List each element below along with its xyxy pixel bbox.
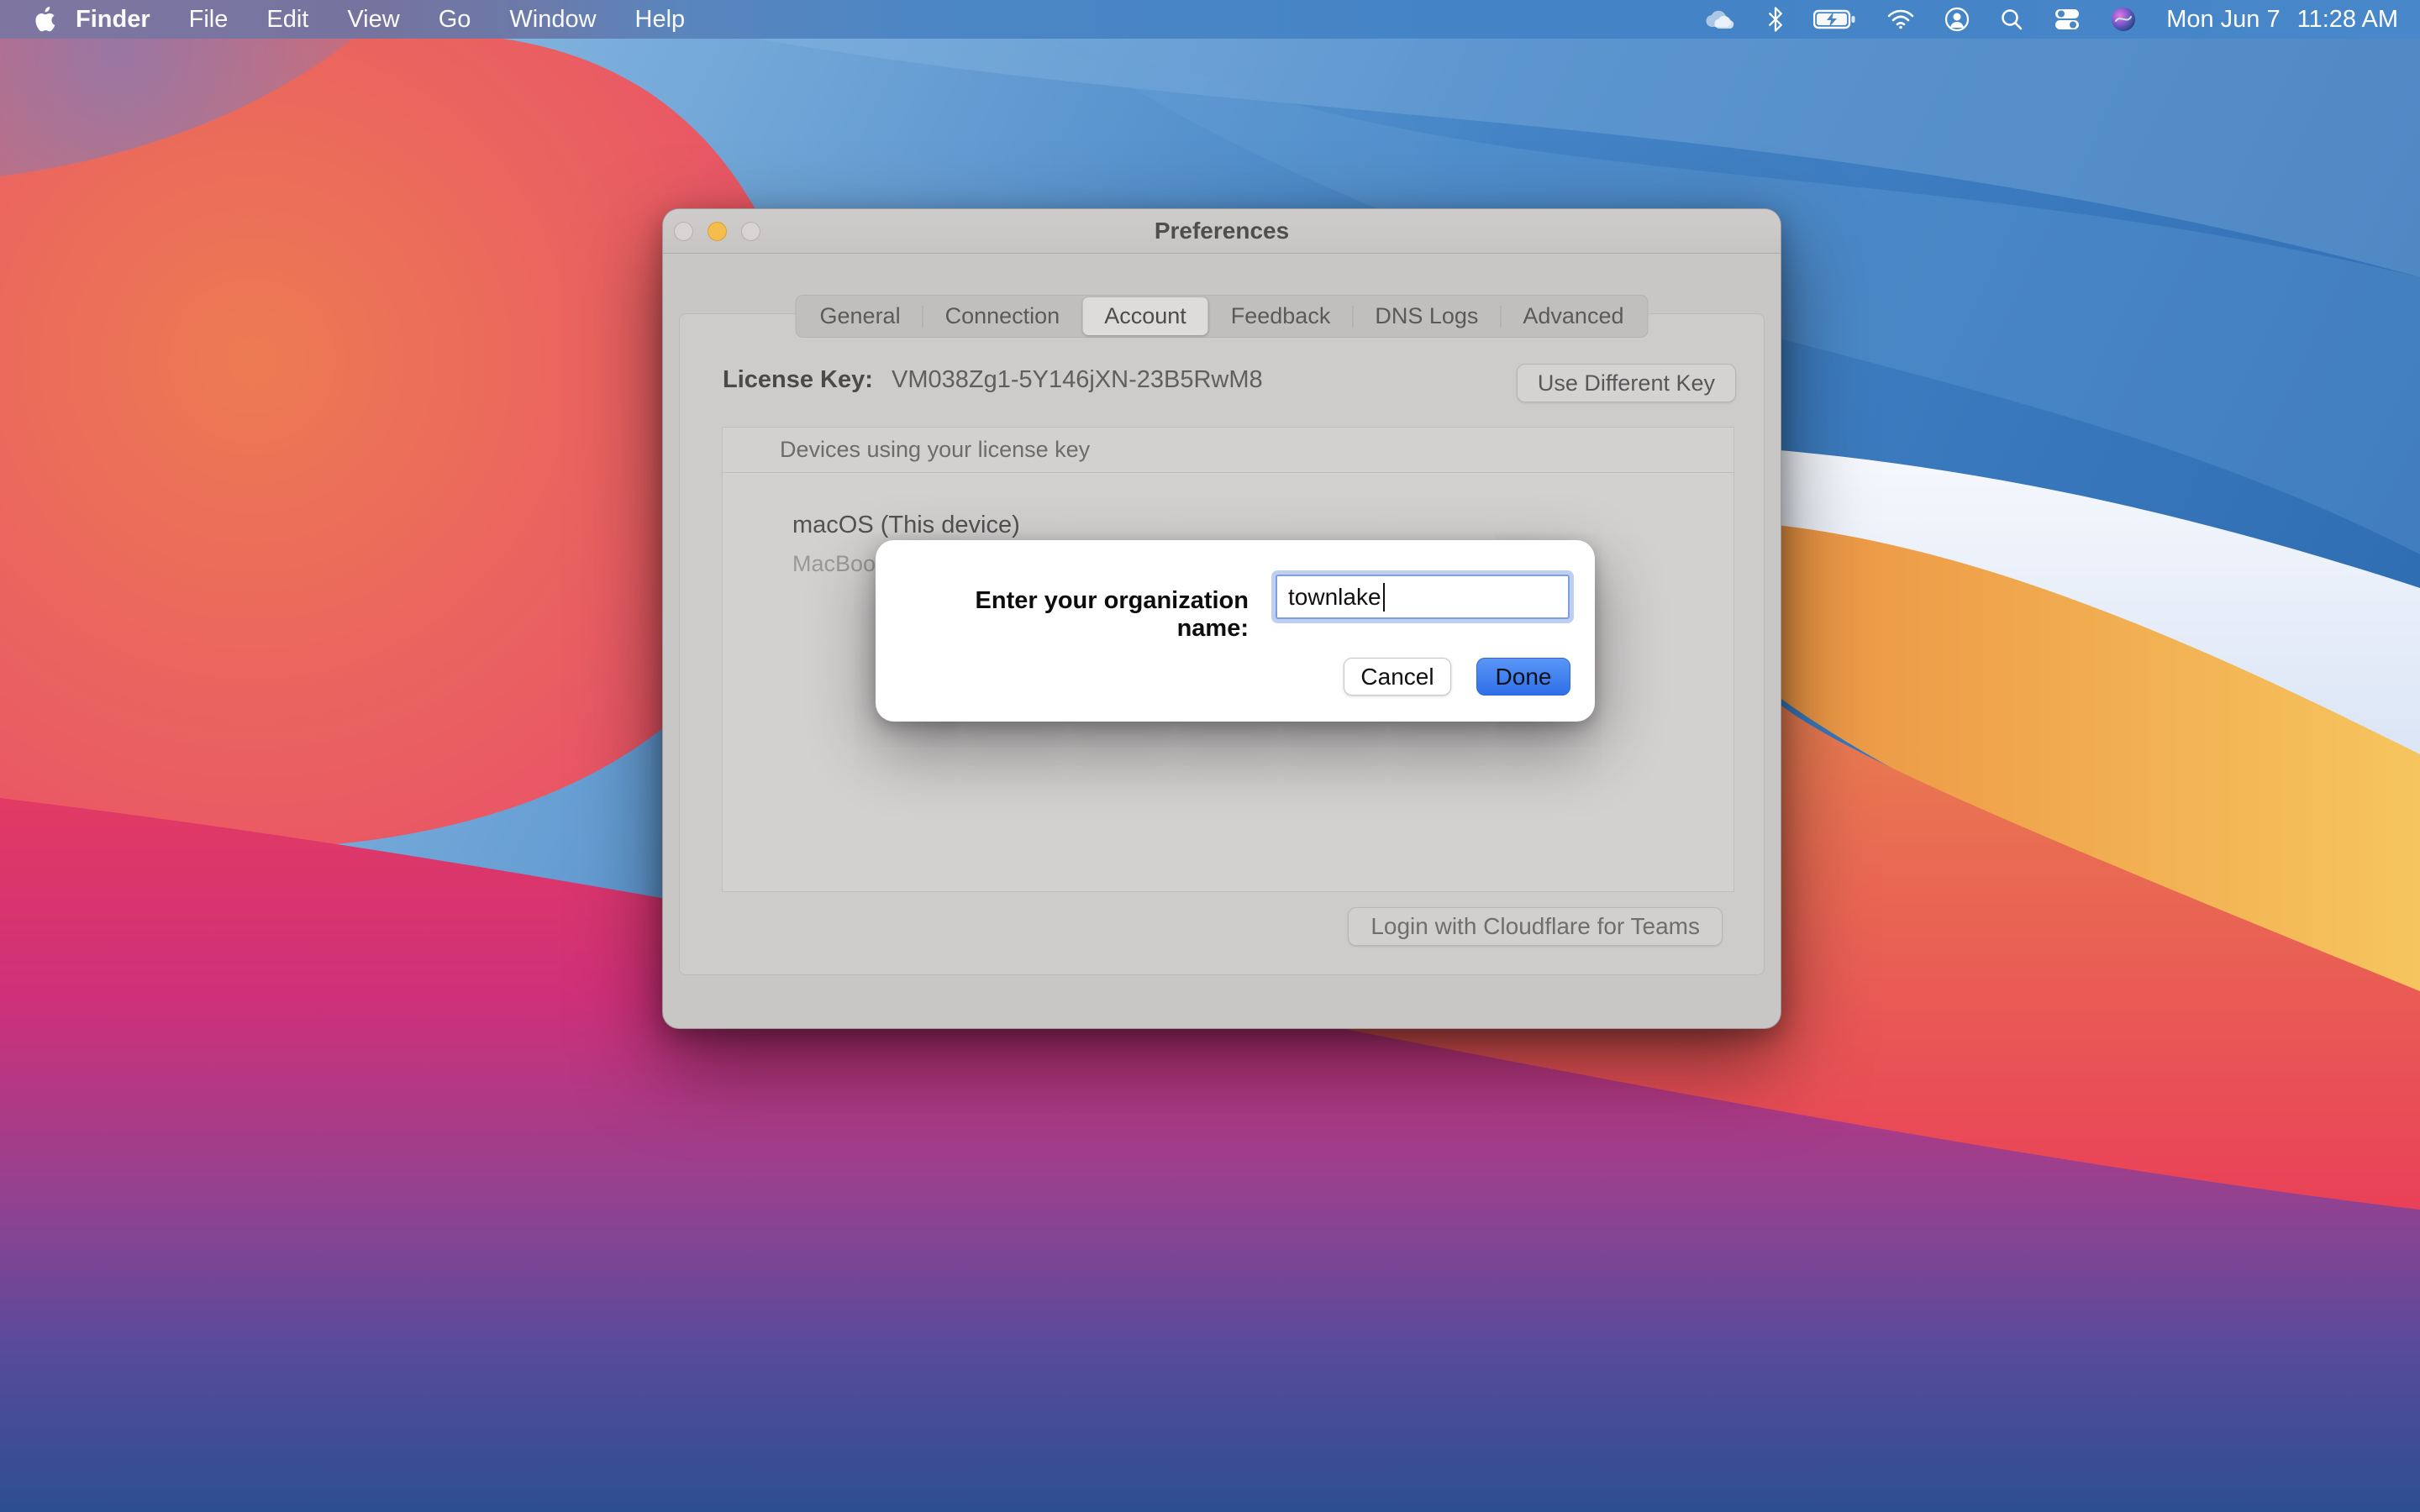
clock-date: Mon Jun 7	[2166, 6, 2280, 34]
preferences-tab-bar: General Connection Account Feedback DNS …	[796, 295, 1649, 338]
menu-bar-status: Mon Jun 7 11:28 AM	[1701, 6, 2420, 34]
tab-connection[interactable]: Connection	[923, 297, 1082, 335]
tab-advanced[interactable]: Advanced	[1501, 297, 1645, 335]
organization-name-input[interactable]: townlake	[1276, 575, 1570, 619]
siri-icon[interactable]	[2111, 7, 2136, 32]
license-key-row: License Key: VM038Zg1-5Y146jXN-23B5RwM8	[723, 366, 1263, 394]
text-caret	[1383, 583, 1385, 612]
wifi-icon[interactable]	[1887, 8, 1914, 30]
bluetooth-icon[interactable]	[1768, 7, 1783, 32]
devices-header: Devices using your license key	[723, 428, 1733, 473]
organization-name-label: Enter your organization name:	[901, 587, 1249, 643]
organization-name-dialog: Enter your organization name: townlake C…	[876, 540, 1595, 722]
license-key-value: VM038Zg1-5Y146jXN-23B5RwM8	[892, 366, 1263, 393]
menu-bar: Finder File Edit View Go Window Help	[0, 0, 2420, 39]
window-titlebar[interactable]: Preferences	[663, 209, 1781, 254]
menu-edit[interactable]: Edit	[247, 0, 328, 39]
license-key-label: License Key:	[723, 366, 873, 393]
use-different-key-button[interactable]: Use Different Key	[1517, 364, 1736, 402]
menu-bar-left: Finder File Edit View Go Window Help	[0, 0, 704, 39]
organization-name-value: townlake	[1288, 584, 1381, 611]
tab-dns-logs[interactable]: DNS Logs	[1353, 297, 1500, 335]
tab-account[interactable]: Account	[1082, 297, 1208, 335]
menu-view[interactable]: View	[328, 0, 418, 39]
menu-window[interactable]: Window	[490, 0, 615, 39]
cancel-button[interactable]: Cancel	[1344, 658, 1451, 696]
window-title: Preferences	[663, 209, 1781, 253]
menu-finder[interactable]: Finder	[56, 0, 170, 39]
done-button[interactable]: Done	[1476, 658, 1570, 696]
menu-go[interactable]: Go	[419, 0, 491, 39]
menu-file[interactable]: File	[170, 0, 248, 39]
tab-general[interactable]: General	[798, 297, 923, 335]
apple-menu[interactable]	[34, 6, 56, 33]
control-center-icon[interactable]	[2054, 8, 2081, 31]
tab-feedback[interactable]: Feedback	[1209, 297, 1353, 335]
menu-help[interactable]: Help	[616, 0, 705, 39]
login-with-teams-button[interactable]: Login with Cloudflare for Teams	[1348, 907, 1723, 946]
clock-time: 11:28 AM	[2297, 6, 2398, 34]
menu-bar-clock[interactable]: Mon Jun 7 11:28 AM	[2166, 6, 2398, 34]
desktop: Finder File Edit View Go Window Help	[0, 0, 2420, 1512]
cloudflare-icon[interactable]	[1701, 7, 1738, 32]
user-account-icon[interactable]	[1944, 7, 1970, 32]
spotlight-search-icon[interactable]	[2000, 8, 2023, 31]
battery-charging-icon[interactable]	[1813, 8, 1857, 30]
device-name: macOS (This device)	[792, 512, 1733, 539]
